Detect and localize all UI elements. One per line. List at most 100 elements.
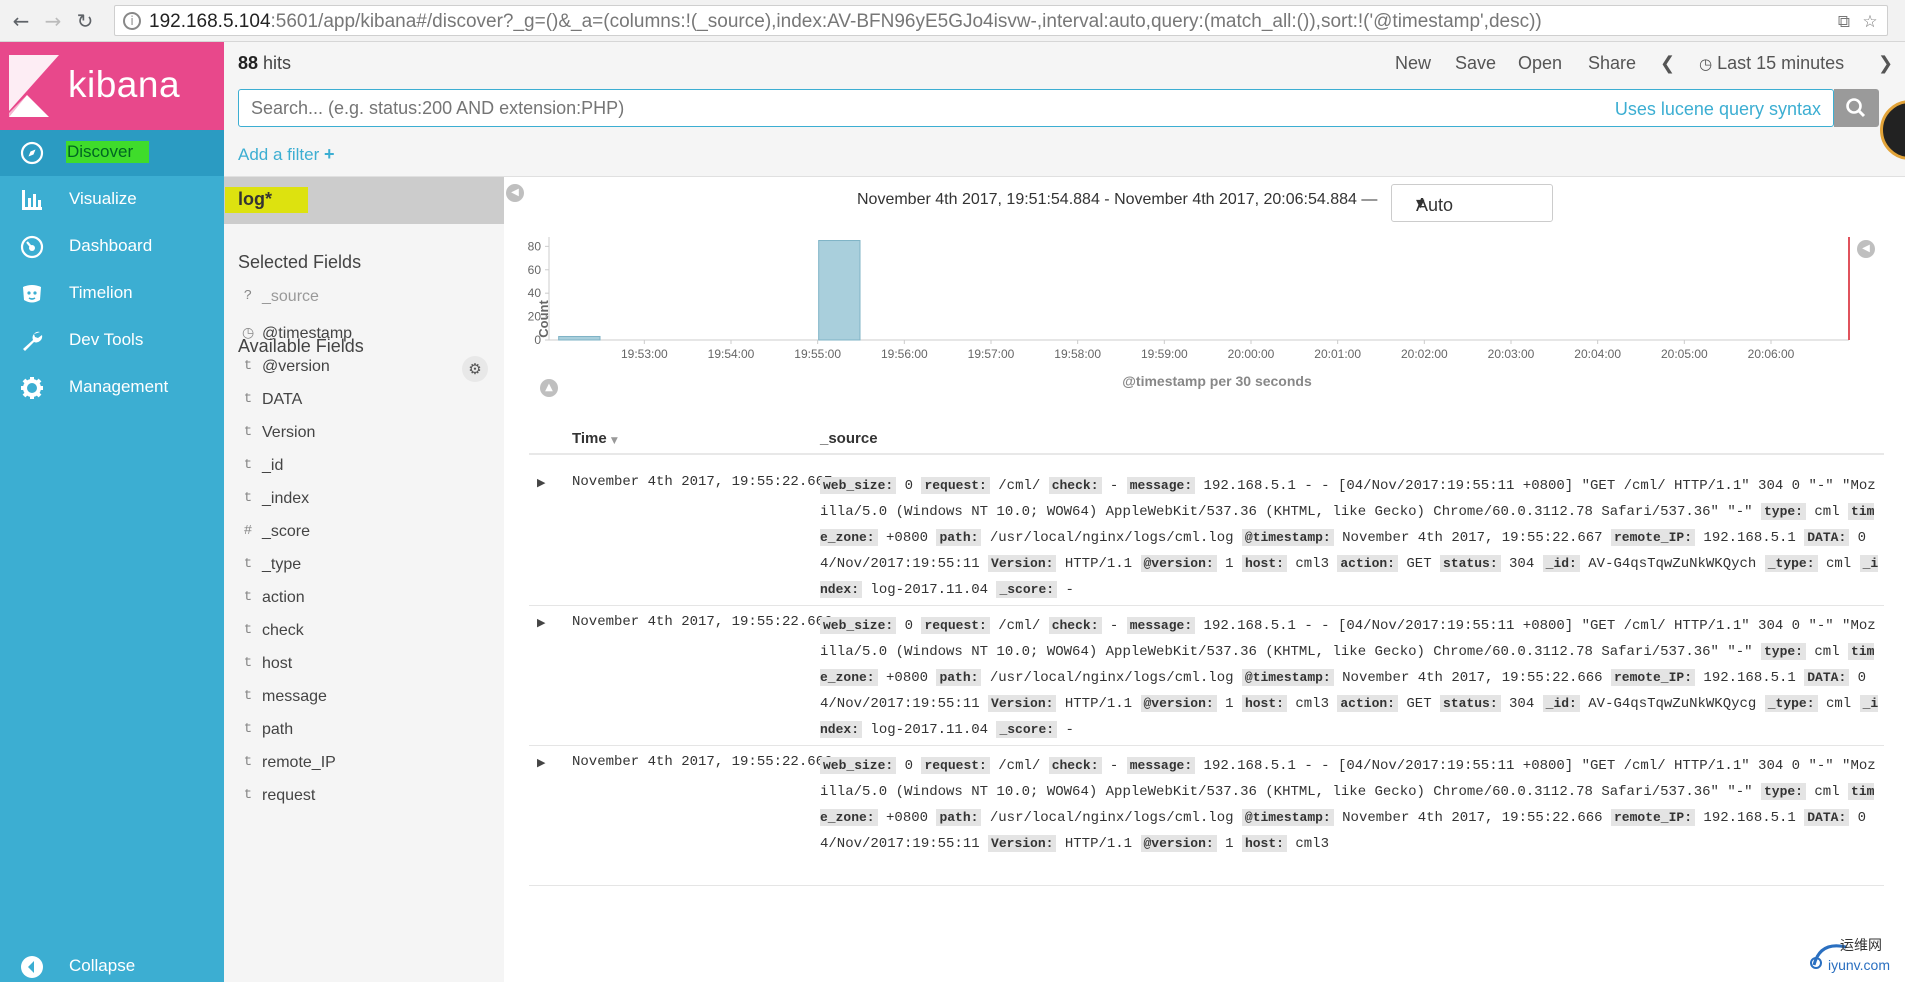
forward-icon[interactable]: → [40, 8, 66, 34]
address-bar[interactable]: i 192.168.5.104:5601/app/kibana#/discove… [114, 5, 1888, 36]
source-field-value: 0 [904, 478, 914, 494]
source-field-value: /usr/local/nginx/logs/cml.log [989, 810, 1234, 826]
source-field-value: cml [1814, 784, 1840, 800]
source-field-value: +0800 [886, 810, 929, 826]
kibana-logo[interactable]: kibana [0, 42, 224, 130]
expand-row-caret-icon[interactable]: ▶ [537, 756, 545, 769]
chevron-right-icon[interactable]: ❯ [1878, 53, 1893, 74]
compass-icon [20, 141, 44, 165]
chart-x-tick-label: 20:05:00 [1661, 347, 1708, 361]
row-source: web_size: 0 request: /cml/ check: - mess… [820, 753, 1880, 857]
chart-bar[interactable] [558, 335, 601, 341]
watermark-url: iyunv.com [1828, 957, 1890, 973]
field-item-source[interactable]: ? _source [224, 279, 504, 319]
field-type-string-icon: t [243, 622, 253, 638]
field-name: @version [262, 358, 330, 375]
field-type-string-icon: t [243, 589, 253, 605]
sidebar-collapse[interactable]: Collapse [0, 944, 224, 982]
chevron-left-icon[interactable]: ❮ [1660, 53, 1675, 74]
lucene-syntax-link[interactable]: Uses lucene query syntax [1615, 99, 1821, 120]
sidebar-item-dev-tools[interactable]: Dev Tools [0, 318, 224, 364]
field-name: _id [262, 457, 284, 474]
source-field-key: request: [921, 757, 990, 774]
source-field-key: DATA: [1804, 809, 1850, 826]
bookmark-star-icon[interactable]: ☆ [1859, 11, 1881, 33]
field-type-string-icon: t [243, 721, 253, 737]
sidebar-item-visualize[interactable]: Visualize [0, 177, 224, 223]
source-field-value: November 4th 2017, 19:55:22.666 [1342, 670, 1603, 686]
sidebar-item-discover[interactable]: Discover [0, 130, 224, 176]
new-button[interactable]: New [1395, 53, 1431, 74]
source-field-value: 0 [904, 758, 914, 774]
source-field-key: DATA: [1804, 669, 1850, 686]
source-field-key: @version: [1140, 555, 1217, 572]
field-name: path [262, 721, 294, 738]
source-field-key: status: [1440, 695, 1501, 712]
kibana-logo-icon [9, 55, 59, 117]
column-header-source: _source [820, 430, 878, 447]
source-field-key: _type: [1764, 695, 1818, 712]
field-name: _source [262, 288, 319, 305]
source-field-value: - [1065, 722, 1074, 738]
chart-x-tick-label: 20:00:00 [1228, 347, 1275, 361]
search-row: Uses lucene query syntax [224, 83, 1905, 133]
source-field-key: request: [921, 617, 990, 634]
browser-toolbar: ← → ↻ i 192.168.5.104:5601/app/kibana#/d… [0, 0, 1905, 42]
sidebar-item-dashboard[interactable]: Dashboard [0, 224, 224, 270]
index-pattern-bar[interactable]: log* [224, 177, 504, 224]
search-box[interactable]: Uses lucene query syntax [238, 89, 1834, 127]
index-pattern-name[interactable]: log* [225, 187, 308, 213]
source-field-key: Version: [988, 835, 1057, 852]
search-button[interactable] [1834, 89, 1879, 127]
selected-fields-title: Selected Fields [238, 252, 362, 272]
save-button[interactable]: Save [1455, 53, 1496, 74]
source-field-key: Version: [988, 555, 1057, 572]
source-field-value: November 4th 2017, 19:55:22.667 [1342, 530, 1603, 546]
chart-y-tick-label: 40 [528, 286, 542, 300]
chart-x-tick-label: 20:02:00 [1401, 347, 1448, 361]
column-header-time[interactable]: Time ▼ [572, 430, 618, 447]
chart-bar[interactable] [818, 240, 861, 341]
source-field-value: 0 [904, 618, 914, 634]
share-button[interactable]: Share [1588, 53, 1636, 74]
add-filter-button[interactable]: Add a filter + [238, 144, 335, 165]
field-name: action [262, 589, 305, 606]
translate-icon[interactable]: ⧉ [1833, 11, 1855, 33]
caret-down-icon: ▼ [1416, 197, 1425, 210]
plus-icon: + [324, 144, 335, 164]
chart-x-tick-label: 19:59:00 [1141, 347, 1188, 361]
sidebar-item-label: Timelion [69, 283, 133, 302]
field-item-request[interactable]: t request [224, 778, 504, 818]
source-field-value: cml3 [1295, 696, 1329, 712]
row-source: web_size: 0 request: /cml/ check: - mess… [820, 613, 1880, 743]
expand-row-caret-icon[interactable]: ▶ [537, 476, 545, 489]
field-type-string-icon: t [243, 391, 253, 407]
expand-row-caret-icon[interactable]: ▶ [537, 616, 545, 629]
chart-x-tick-label: 20:04:00 [1574, 347, 1621, 361]
table-row[interactable]: ▶ November 4th 2017, 19:55:22.667 web_size… [529, 466, 1884, 606]
bar-chart-icon [22, 190, 42, 210]
wrench-icon [23, 331, 43, 351]
source-field-value: GET [1406, 556, 1432, 572]
chart-x-tick-label: 19:57:00 [968, 347, 1015, 361]
sort-desc-icon[interactable]: ▼ [611, 436, 618, 446]
source-field-value: AV-G4qsTqwZuNkWKQych [1588, 556, 1757, 572]
table-row[interactable]: ▶ November 4th 2017, 19:55:22.666 web_size… [529, 606, 1884, 746]
back-icon[interactable]: ← [8, 8, 34, 34]
sidebar-item-timelion[interactable]: Timelion [0, 271, 224, 317]
reload-icon[interactable]: ↻ [72, 8, 98, 34]
collapse-sidebar-icon[interactable]: ◀ [506, 184, 524, 202]
open-button[interactable]: Open [1518, 53, 1562, 74]
filter-bar: Add a filter + [224, 133, 1905, 177]
time-picker[interactable]: ◷ Last 15 minutes [1699, 53, 1844, 74]
source-field-key: @version: [1140, 835, 1217, 852]
field-name: remote_IP [262, 754, 336, 771]
table-row[interactable]: ▶ November 4th 2017, 19:55:22.666 web_size… [529, 746, 1884, 886]
source-field-value: cml [1825, 556, 1852, 572]
search-input[interactable] [251, 90, 1351, 126]
info-icon[interactable]: i [123, 12, 141, 30]
interval-select[interactable]: Auto ▼ [1391, 184, 1553, 222]
field-type-string-icon: t [243, 424, 253, 440]
gear-icon [21, 377, 43, 399]
sidebar-item-management[interactable]: Management [0, 365, 224, 411]
